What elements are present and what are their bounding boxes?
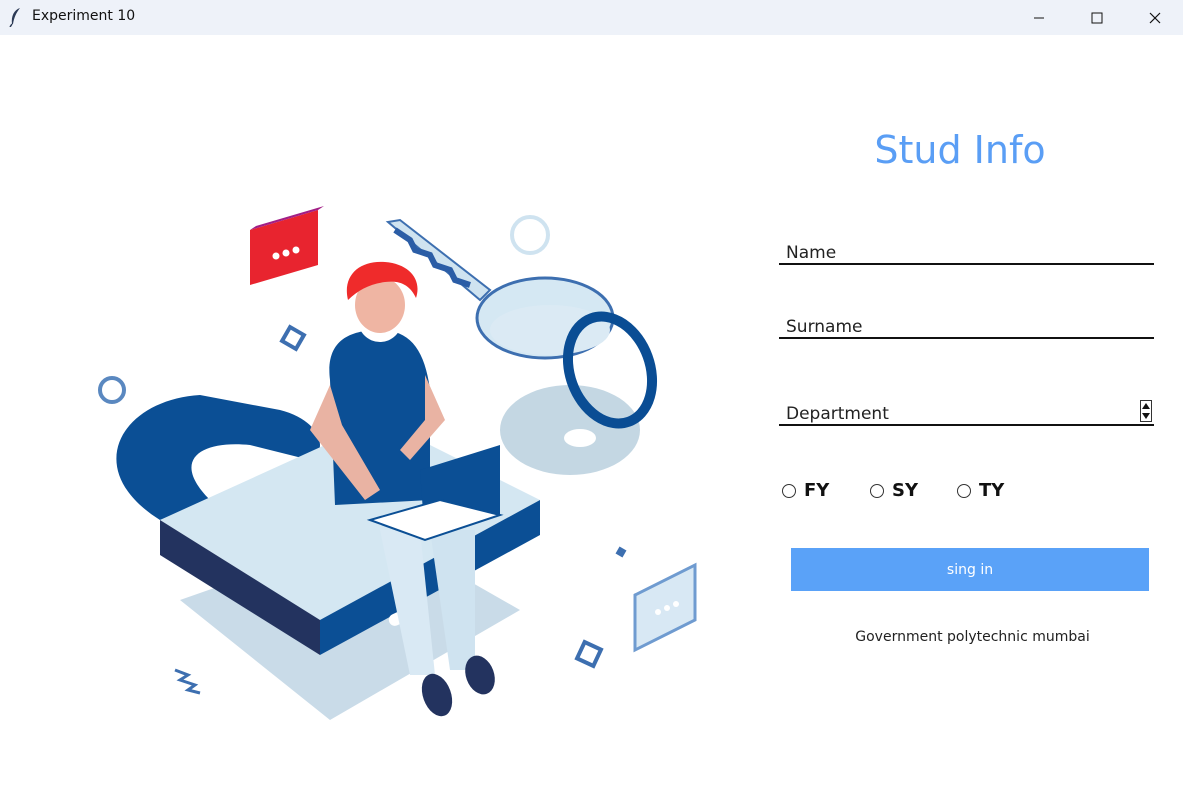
name-field[interactable]: Name xyxy=(779,237,1154,265)
surname-placeholder: Surname xyxy=(786,317,863,337)
department-spinbox[interactable]: Department xyxy=(779,398,1154,426)
radio-label-ty: TY xyxy=(979,480,1005,501)
radio-circle-icon[interactable] xyxy=(782,483,796,498)
name-placeholder: Name xyxy=(786,243,837,263)
radio-circle-icon[interactable] xyxy=(957,483,971,498)
spin-arrows-icon[interactable] xyxy=(1140,400,1152,422)
minimize-icon xyxy=(1034,17,1044,18)
form-heading: Stud Info xyxy=(874,128,1046,172)
window-title: Experiment 10 xyxy=(32,8,136,24)
radio-label-fy: FY xyxy=(804,480,830,501)
title-bar: Experiment 10 xyxy=(0,0,1183,35)
radio-label-sy: SY xyxy=(892,480,918,501)
maximize-icon xyxy=(1091,12,1103,23)
radio-sy[interactable]: SY xyxy=(870,480,918,501)
feather-icon xyxy=(9,8,20,27)
close-icon xyxy=(1149,12,1161,23)
close-button[interactable] xyxy=(1126,0,1183,35)
surname-field[interactable]: Surname xyxy=(779,311,1154,339)
security-illustration xyxy=(98,206,697,720)
maximize-button[interactable] xyxy=(1068,0,1126,35)
footer-text: Government polytechnic mumbai xyxy=(855,629,1090,645)
radio-fy[interactable]: FY xyxy=(782,480,829,501)
department-placeholder: Department xyxy=(786,404,889,424)
minimize-button[interactable] xyxy=(1010,0,1068,35)
signin-button[interactable]: sing in xyxy=(791,548,1149,591)
radio-ty[interactable]: TY xyxy=(957,480,1004,501)
radio-circle-icon[interactable] xyxy=(870,483,884,498)
